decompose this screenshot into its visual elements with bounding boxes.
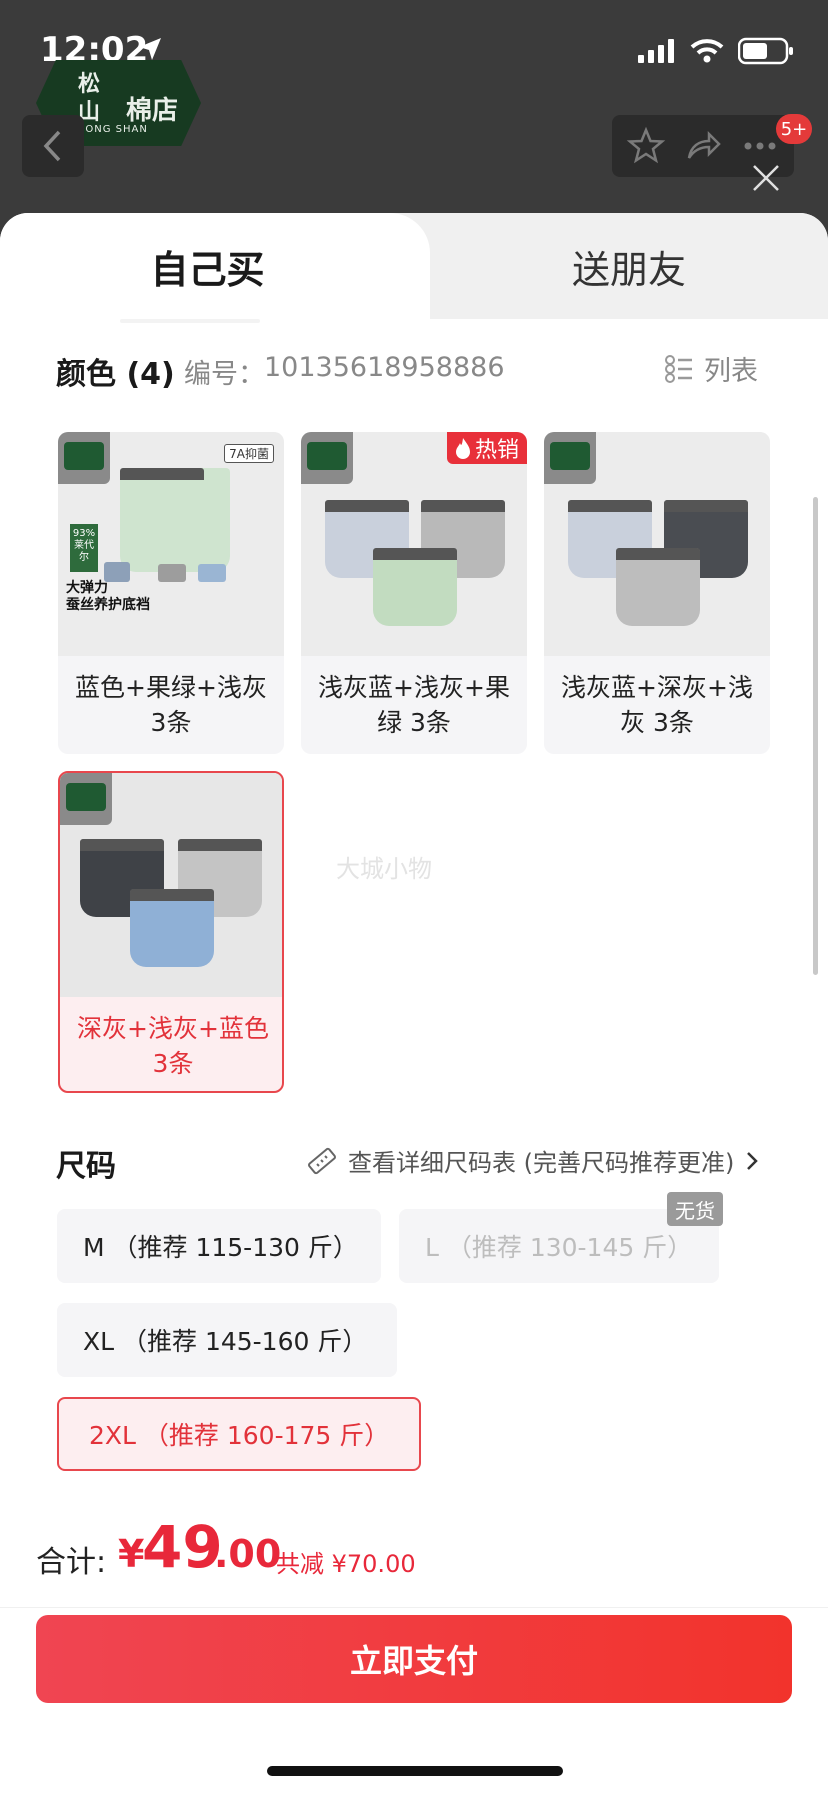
size-chart-label: 查看详细尺码表 (完善尺码推荐更准) (348, 1149, 735, 1177)
store-mini-logo (60, 773, 112, 825)
store-mini-logo (58, 432, 110, 484)
logo-en: SONG SHAN (78, 124, 148, 135)
color-option-card[interactable]: 浅灰蓝+深灰+浅灰 3条 (544, 432, 770, 754)
sku-label: 编号： (184, 359, 265, 390)
hot-sale-badge: 热销 (446, 432, 527, 464)
total-label: 合计: (36, 1545, 107, 1580)
product-image (544, 432, 770, 656)
home-indicator (267, 1766, 563, 1776)
watermark: 大城小物 (336, 855, 432, 883)
folded-trunk (158, 564, 186, 582)
product-image (60, 773, 282, 997)
flame-icon (455, 438, 470, 459)
divider (120, 319, 260, 323)
product-trunk (373, 548, 457, 626)
color-option-card[interactable]: 7A抑菌 93% 莱代尔 大弹力 蚕丝养护底裆 蓝色+果绿+浅灰 3条 (58, 432, 284, 754)
price-decimal: .00 (214, 1532, 282, 1576)
tab-buy-self[interactable]: 自己买 (0, 213, 415, 319)
wifi-icon (690, 39, 724, 63)
list-label: 列表 (704, 356, 758, 387)
color-section-title: 颜色 (4) (56, 357, 175, 392)
option-panel: 颜色 (4) 编号： 10135618958886 列表 7A抑菌 93% 莱代尔 (24, 319, 804, 1489)
antibacterial-tag: 7A抑菌 (224, 444, 274, 463)
list-view-toggle[interactable]: 列表 (664, 349, 758, 388)
signal-icon (638, 39, 674, 63)
product-trunk (616, 548, 700, 626)
color-option-card-selected[interactable]: 深灰+浅灰+蓝色 3条 (58, 771, 284, 1093)
store-mini-logo (301, 432, 353, 484)
divider (0, 1607, 828, 1608)
product-trunk (120, 468, 230, 572)
location-arrow-icon (139, 38, 161, 60)
color-option-card[interactable]: 热销 浅灰蓝+浅灰+果绿 3条 (301, 432, 527, 754)
pay-now-button[interactable]: 立即支付 (36, 1615, 792, 1703)
tab-gift-friend[interactable]: 送朋友 (430, 213, 828, 319)
battery-icon (738, 37, 793, 65)
notification-badge: 5+ (776, 114, 812, 144)
logo-store-name: 棉店 (126, 96, 179, 126)
color-option-label: 浅灰蓝+浅灰+果绿 3条 (318, 673, 510, 737)
folded-trunk (104, 562, 130, 582)
product-trunk (130, 889, 214, 967)
size-option-xl[interactable]: XL （推荐 145-160 斤） (57, 1303, 397, 1377)
product-image: 热销 (301, 432, 527, 656)
list-icon (665, 354, 692, 383)
size-option-2xl-selected[interactable]: 2XL （推荐 160-175 斤） (57, 1397, 421, 1471)
size-option-m[interactable]: M （推荐 115-130 斤） (57, 1209, 381, 1283)
feature-caption: 大弹力 蚕丝养护底裆 (66, 580, 150, 613)
chevron-right-icon (747, 1151, 759, 1170)
price-currency: ¥ (118, 1532, 145, 1576)
size-section-title: 尺码 (56, 1149, 116, 1184)
star-icon[interactable] (626, 126, 666, 166)
color-option-label: 深灰+浅灰+蓝色 3条 (77, 1014, 269, 1078)
discount-amount: 共减 ¥70.00 (276, 1550, 416, 1578)
status-icons (638, 36, 794, 66)
product-image: 7A抑菌 93% 莱代尔 大弹力 蚕丝养护底裆 (58, 432, 284, 656)
chevron-left-icon (43, 130, 61, 162)
ruler-icon (308, 1147, 336, 1174)
size-chart-link[interactable]: 查看详细尺码表 (完善尺码推荐更准) (306, 1143, 760, 1178)
color-option-label: 蓝色+果绿+浅灰 3条 (75, 673, 267, 737)
fiber-badge: 93% 莱代尔 (70, 524, 98, 572)
sku-number: 10135618958886 (264, 352, 505, 383)
share-icon[interactable] (683, 126, 723, 166)
color-option-label: 浅灰蓝+深灰+浅灰 3条 (561, 673, 753, 737)
close-icon[interactable] (748, 160, 784, 196)
price-integer: 49 (142, 1513, 223, 1581)
out-of-stock-tag: 无货 (667, 1192, 723, 1226)
scrollbar[interactable] (813, 497, 818, 975)
store-mini-logo (544, 432, 596, 484)
back-button[interactable] (22, 115, 84, 177)
folded-trunk (198, 564, 226, 582)
